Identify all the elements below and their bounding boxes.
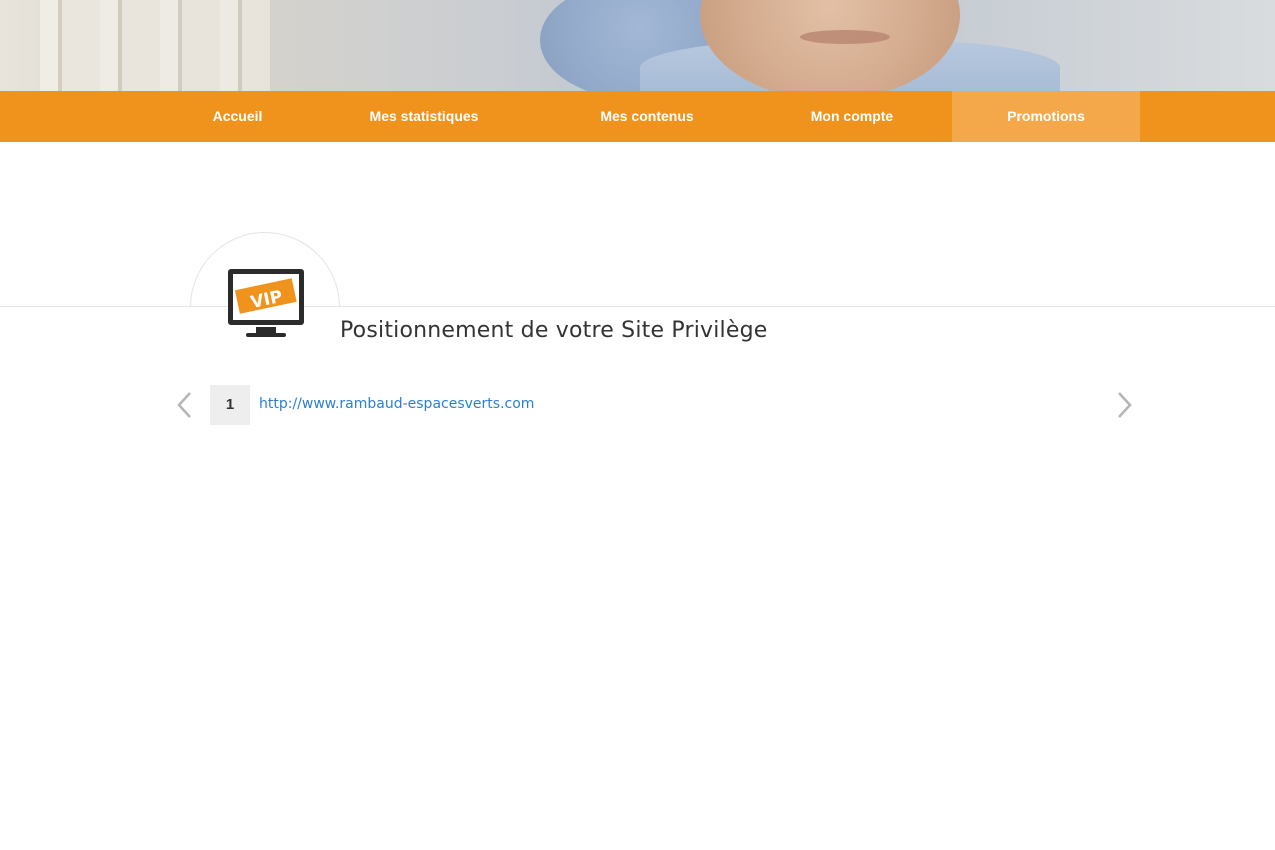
hero-mouth — [800, 30, 890, 44]
main-nav: Accueil Mes statistiques Mes contenus Mo… — [0, 91, 1275, 142]
vip-monitor-icon: VIP — [226, 267, 306, 339]
section-title: Positionnement de votre Site Privilège — [340, 318, 768, 343]
section-divider — [0, 306, 1275, 307]
nav-item-mon-compte[interactable]: Mon compte — [760, 91, 944, 142]
page-number[interactable]: 1 — [210, 385, 250, 425]
chevron-right-icon[interactable] — [1114, 390, 1134, 420]
site-url-link[interactable]: http://www.rambaud-espacesverts.com — [259, 396, 534, 412]
nav-item-accueil[interactable]: Accueil — [160, 91, 315, 142]
chevron-left-icon[interactable] — [175, 390, 195, 420]
nav-item-mes-statistiques[interactable]: Mes statistiques — [330, 91, 518, 142]
nav-item-promotions[interactable]: Promotions — [952, 91, 1140, 142]
nav-item-mes-contenus[interactable]: Mes contenus — [550, 91, 744, 142]
hero-banner — [0, 0, 1275, 91]
hero-background-window — [40, 0, 270, 91]
